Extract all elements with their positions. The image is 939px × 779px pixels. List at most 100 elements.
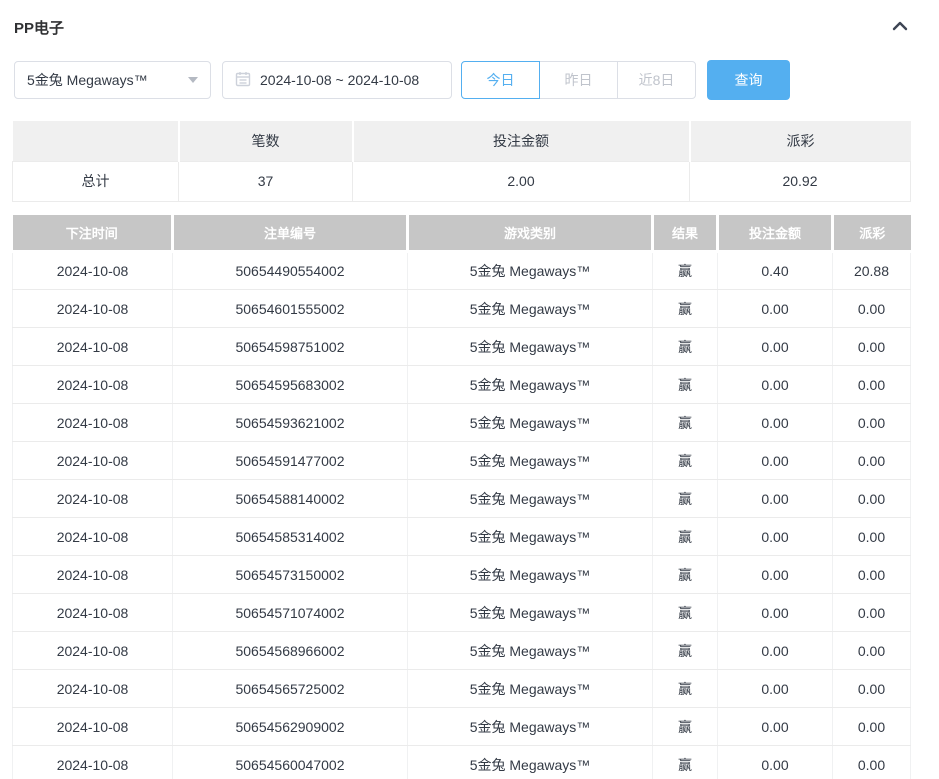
bet-amount-cell: 0.00 bbox=[718, 632, 833, 670]
game-category-cell: 5金兔 Megaways™ bbox=[408, 708, 653, 746]
result-cell: 赢 bbox=[653, 556, 718, 594]
bet-id-cell: 50654571074002 bbox=[173, 594, 408, 632]
bet-time-cell: 2024-10-08 bbox=[13, 556, 173, 594]
records-header-game-category: 游戏类别 bbox=[408, 215, 653, 252]
payout-cell: 0.00 bbox=[833, 328, 911, 366]
game-category-cell: 5金兔 Megaways™ bbox=[408, 366, 653, 404]
game-category-cell: 5金兔 Megaways™ bbox=[408, 442, 653, 480]
bet-time-cell: 2024-10-08 bbox=[13, 252, 173, 290]
bet-time-cell: 2024-10-08 bbox=[13, 366, 173, 404]
game-category-cell: 5金兔 Megaways™ bbox=[408, 404, 653, 442]
quick-range-last8days-button[interactable]: 近8日 bbox=[617, 61, 696, 99]
game-select-value: 5金兔 Megaways™ bbox=[27, 70, 148, 90]
date-range-value: 2024-10-08 ~ 2024-10-08 bbox=[260, 72, 419, 88]
table-row: 2024-10-08506545956830025金兔 Megaways™赢0.… bbox=[13, 366, 911, 404]
payout-cell: 0.00 bbox=[833, 480, 911, 518]
bet-time-cell: 2024-10-08 bbox=[13, 290, 173, 328]
result-cell: 赢 bbox=[653, 594, 718, 632]
records-header-bet-id: 注单编号 bbox=[173, 215, 408, 252]
payout-cell: 0.00 bbox=[833, 746, 911, 779]
result-cell: 赢 bbox=[653, 328, 718, 366]
summary-total-count: 37 bbox=[179, 161, 353, 201]
bet-amount-cell: 0.00 bbox=[718, 442, 833, 480]
table-row: 2024-10-08506544905540025金兔 Megaways™赢0.… bbox=[13, 252, 911, 290]
payout-cell: 0.00 bbox=[833, 404, 911, 442]
table-row: 2024-10-08506545629090025金兔 Megaways™赢0.… bbox=[13, 708, 911, 746]
game-category-cell: 5金兔 Megaways™ bbox=[408, 518, 653, 556]
page-title: PP电子 bbox=[14, 17, 64, 38]
quick-range-today-button[interactable]: 今日 bbox=[461, 61, 540, 99]
result-cell: 赢 bbox=[653, 442, 718, 480]
summary-header-count: 笔数 bbox=[179, 121, 353, 161]
table-row: 2024-10-08506545731500025金兔 Megaways™赢0.… bbox=[13, 556, 911, 594]
bet-id-cell: 50654565725002 bbox=[173, 670, 408, 708]
records-header-payout: 派彩 bbox=[833, 215, 911, 252]
payout-cell: 20.88 bbox=[833, 252, 911, 290]
payout-cell: 0.00 bbox=[833, 442, 911, 480]
bet-amount-cell: 0.00 bbox=[718, 328, 833, 366]
bet-amount-cell: 0.00 bbox=[718, 746, 833, 779]
table-row: 2024-10-08506545936210025金兔 Megaways™赢0.… bbox=[13, 404, 911, 442]
game-select[interactable]: 5金兔 Megaways™ bbox=[14, 61, 211, 99]
filter-bar: 5金兔 Megaways™ 2024-10-08 ~ 2024-10-08 今日… bbox=[14, 60, 939, 100]
bet-amount-cell: 0.00 bbox=[718, 404, 833, 442]
quick-range-yesterday-button[interactable]: 昨日 bbox=[539, 61, 618, 99]
bet-amount-cell: 0.00 bbox=[718, 556, 833, 594]
game-category-cell: 5金兔 Megaways™ bbox=[408, 290, 653, 328]
table-row: 2024-10-08506545853140025金兔 Megaways™赢0.… bbox=[13, 518, 911, 556]
chevron-up-icon bbox=[891, 19, 909, 36]
table-row: 2024-10-08506545689660025金兔 Megaways™赢0.… bbox=[13, 632, 911, 670]
quick-range-group: 今日 昨日 近8日 bbox=[461, 61, 696, 99]
result-cell: 赢 bbox=[653, 632, 718, 670]
payout-cell: 0.00 bbox=[833, 594, 911, 632]
bet-time-cell: 2024-10-08 bbox=[13, 594, 173, 632]
bet-amount-cell: 0.00 bbox=[718, 708, 833, 746]
bet-amount-cell: 0.00 bbox=[718, 366, 833, 404]
bet-amount-cell: 0.00 bbox=[718, 518, 833, 556]
bet-time-cell: 2024-10-08 bbox=[13, 746, 173, 779]
section-header: PP电子 bbox=[0, 0, 939, 40]
game-category-cell: 5金兔 Megaways™ bbox=[408, 480, 653, 518]
result-cell: 赢 bbox=[653, 670, 718, 708]
game-category-cell: 5金兔 Megaways™ bbox=[408, 670, 653, 708]
bet-id-cell: 50654490554002 bbox=[173, 252, 408, 290]
result-cell: 赢 bbox=[653, 252, 718, 290]
bet-time-cell: 2024-10-08 bbox=[13, 404, 173, 442]
result-cell: 赢 bbox=[653, 518, 718, 556]
result-cell: 赢 bbox=[653, 404, 718, 442]
collapse-button[interactable] bbox=[891, 19, 909, 36]
payout-cell: 0.00 bbox=[833, 556, 911, 594]
result-cell: 赢 bbox=[653, 480, 718, 518]
records-body: 2024-10-08506544905540025金兔 Megaways™赢0.… bbox=[13, 252, 911, 779]
records-header-row: 下注时间 注单编号 游戏类别 结果 投注金额 派彩 bbox=[13, 215, 911, 252]
payout-cell: 0.00 bbox=[833, 366, 911, 404]
summary-header-payout: 派彩 bbox=[690, 121, 911, 161]
calendar-icon bbox=[235, 71, 251, 90]
query-button[interactable]: 查询 bbox=[707, 60, 790, 100]
date-range-input[interactable]: 2024-10-08 ~ 2024-10-08 bbox=[222, 61, 452, 99]
caret-down-icon bbox=[188, 77, 198, 83]
payout-cell: 0.00 bbox=[833, 632, 911, 670]
summary-header-empty bbox=[13, 121, 179, 161]
bet-time-cell: 2024-10-08 bbox=[13, 518, 173, 556]
bet-amount-cell: 0.00 bbox=[718, 480, 833, 518]
table-row: 2024-10-08506545987510025金兔 Megaways™赢0.… bbox=[13, 328, 911, 366]
bet-id-cell: 50654568966002 bbox=[173, 632, 408, 670]
bet-time-cell: 2024-10-08 bbox=[13, 708, 173, 746]
summary-total-label: 总计 bbox=[13, 161, 179, 201]
game-category-cell: 5金兔 Megaways™ bbox=[408, 556, 653, 594]
summary-total-payout: 20.92 bbox=[690, 161, 911, 201]
bet-amount-cell: 0.40 bbox=[718, 252, 833, 290]
records-header-bet-time: 下注时间 bbox=[13, 215, 173, 252]
result-cell: 赢 bbox=[653, 746, 718, 779]
summary-header-bet-amount: 投注金额 bbox=[353, 121, 690, 161]
game-category-cell: 5金兔 Megaways™ bbox=[408, 594, 653, 632]
bet-id-cell: 50654588140002 bbox=[173, 480, 408, 518]
bet-id-cell: 50654593621002 bbox=[173, 404, 408, 442]
table-row: 2024-10-08506545600470025金兔 Megaways™赢0.… bbox=[13, 746, 911, 779]
result-cell: 赢 bbox=[653, 366, 718, 404]
table-row: 2024-10-08506545710740025金兔 Megaways™赢0.… bbox=[13, 594, 911, 632]
bet-time-cell: 2024-10-08 bbox=[13, 328, 173, 366]
bet-id-cell: 50654601555002 bbox=[173, 290, 408, 328]
bet-amount-cell: 0.00 bbox=[718, 594, 833, 632]
